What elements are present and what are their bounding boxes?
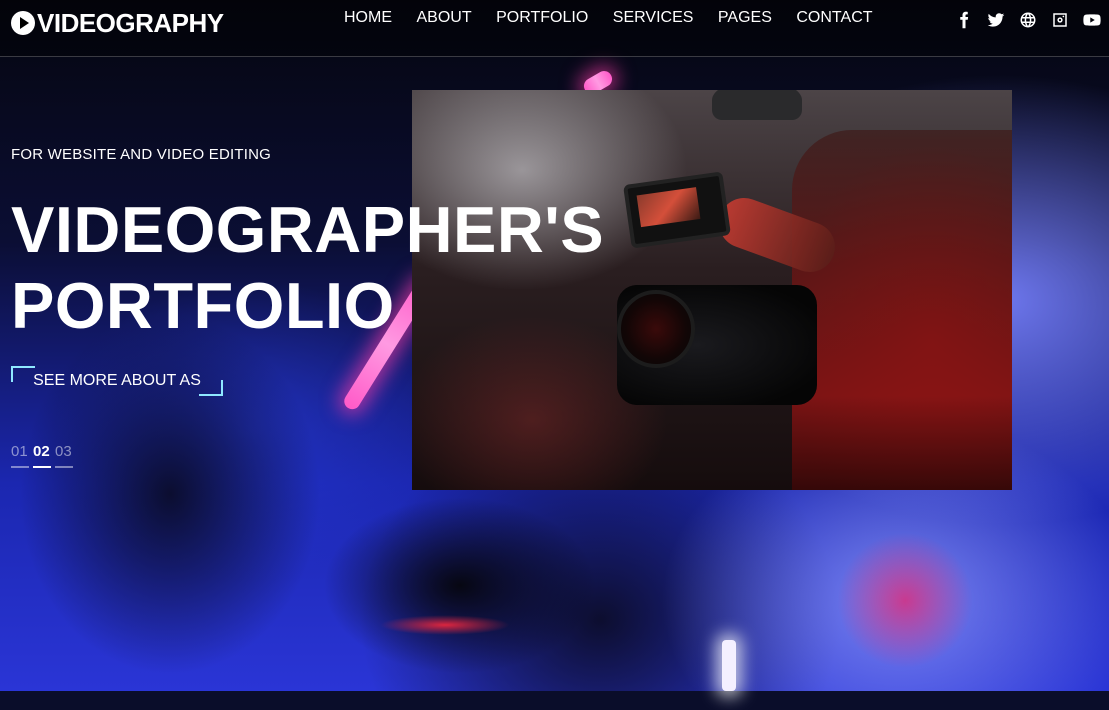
see-more-label: SEE MORE ABOUT AS bbox=[33, 372, 201, 389]
photo-person-cap bbox=[712, 90, 802, 120]
hero-headline: VIDEOGRAPHER'S PORTFOLIO bbox=[11, 192, 604, 344]
photo-camera-monitor bbox=[623, 171, 731, 249]
site-header: VIDEOGRAPHY HOME ABOUT PORTFOLIO SERVICE… bbox=[0, 0, 1109, 57]
logo[interactable]: VIDEOGRAPHY bbox=[11, 9, 224, 37]
nav-pages[interactable]: PAGES bbox=[718, 9, 772, 27]
slide-dot-2[interactable]: 02 bbox=[33, 443, 51, 468]
play-icon bbox=[11, 11, 35, 35]
background-camera bbox=[290, 480, 630, 691]
nav-home[interactable]: HOME bbox=[344, 9, 392, 27]
slide-dot-3[interactable]: 03 bbox=[55, 443, 73, 468]
instagram-icon[interactable] bbox=[1050, 10, 1069, 29]
photo-camera-lens bbox=[617, 290, 695, 368]
background-figure bbox=[810, 510, 1000, 691]
camera-red-light bbox=[380, 615, 510, 635]
nav-services[interactable]: SERVICES bbox=[613, 9, 694, 27]
headline-line-2: PORTFOLIO bbox=[11, 269, 395, 342]
nav-portfolio[interactable]: PORTFOLIO bbox=[496, 9, 588, 27]
youtube-icon[interactable] bbox=[1082, 10, 1101, 29]
nav-about[interactable]: ABOUT bbox=[417, 9, 472, 27]
headline-line-1: VIDEOGRAPHER'S bbox=[11, 193, 605, 266]
facebook-icon[interactable] bbox=[954, 10, 973, 29]
twitter-icon[interactable] bbox=[986, 10, 1005, 29]
hero-eyebrow: FOR WEBSITE AND VIDEO EDITING bbox=[11, 146, 271, 163]
slider-pagination: 01 02 03 bbox=[11, 443, 73, 468]
nav-contact[interactable]: CONTACT bbox=[796, 9, 872, 27]
logo-text: VIDEOGRAPHY bbox=[37, 8, 224, 38]
main-nav: HOME ABOUT PORTFOLIO SERVICES PAGES CONT… bbox=[344, 9, 897, 27]
photo-person-body bbox=[792, 130, 1012, 490]
social-links bbox=[954, 10, 1101, 29]
see-more-button[interactable]: SEE MORE ABOUT AS bbox=[11, 366, 223, 396]
slide-dot-1[interactable]: 01 bbox=[11, 443, 29, 468]
light-stick bbox=[722, 640, 736, 691]
globe-icon[interactable] bbox=[1018, 10, 1037, 29]
